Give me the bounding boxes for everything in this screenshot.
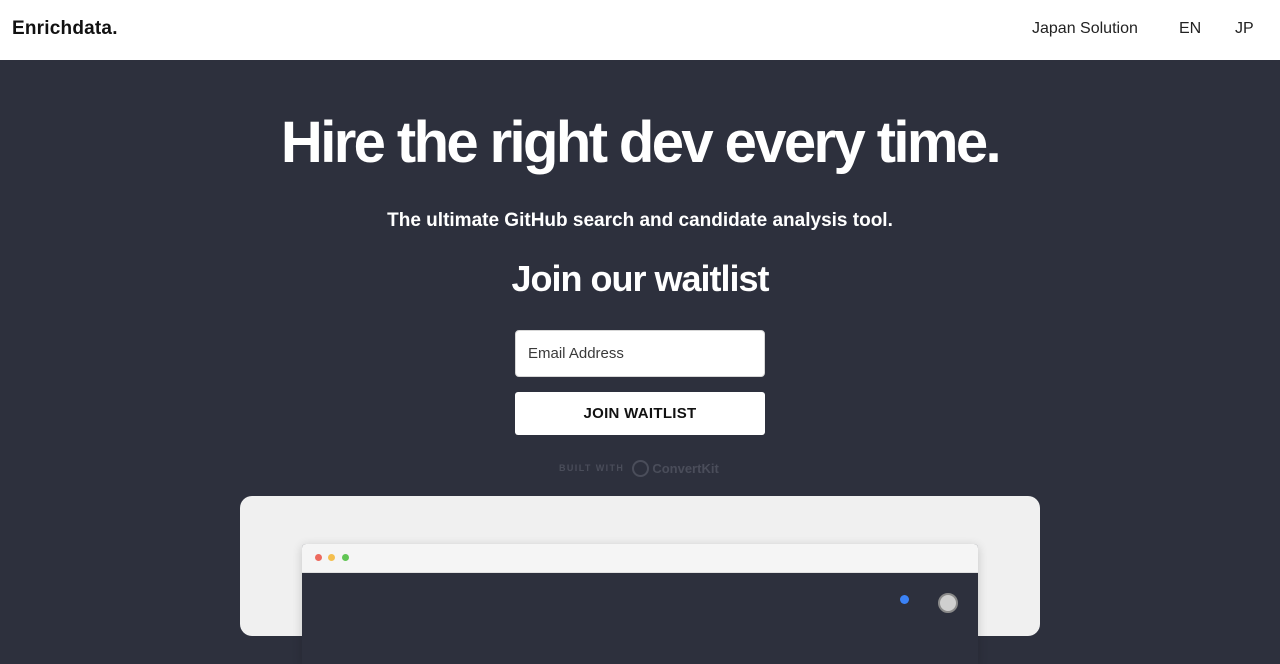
window-maximize-dot-icon (342, 554, 349, 561)
hero-subtitle: The ultimate GitHub search and candidate… (387, 210, 893, 231)
browser-mockup (302, 544, 978, 664)
nav-language-jp-link[interactable]: JP (1235, 20, 1254, 38)
avatar (938, 593, 958, 613)
browser-content (302, 573, 978, 664)
convertkit-icon (632, 459, 650, 477)
built-with-convertkit-badge[interactable]: BUILT WITH ConvertKit (559, 458, 719, 478)
window-minimize-dot-icon (328, 554, 335, 561)
waitlist-heading: Join our waitlist (511, 258, 769, 299)
email-input[interactable] (515, 330, 765, 377)
product-preview-card (240, 496, 1040, 664)
top-navbar: Enrichdata. Japan Solution EN JP (0, 0, 1280, 60)
window-close-dot-icon (315, 554, 322, 561)
convertkit-wordmark: ConvertKit (652, 460, 719, 476)
nav-japan-solution-link[interactable]: Japan Solution (1032, 20, 1138, 38)
brand-logo[interactable]: Enrichdata. (12, 18, 118, 40)
join-waitlist-button[interactable]: JOIN WAITLIST (515, 392, 765, 435)
browser-title-bar (302, 544, 978, 573)
convertkit-logo: ConvertKit (632, 459, 719, 477)
nav-language-en-link[interactable]: EN (1179, 20, 1201, 38)
hero-title: Hire the right dev every time. (280, 110, 1002, 175)
built-with-label: BUILT WITH (559, 463, 625, 473)
